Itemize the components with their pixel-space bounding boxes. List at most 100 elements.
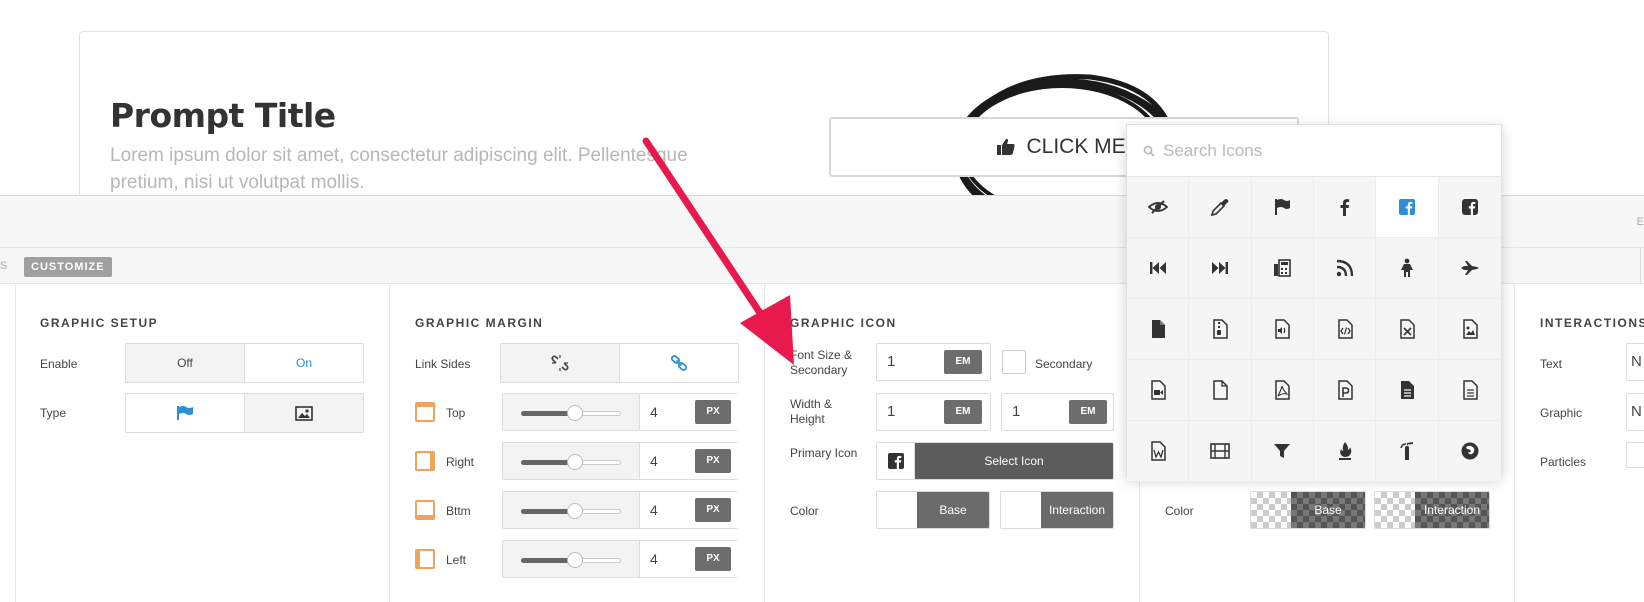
interactions-graphic-select[interactable]: N <box>1626 393 1644 431</box>
margin-top-unit[interactable]: PX <box>695 400 731 424</box>
unlink-option[interactable] <box>501 344 620 382</box>
margin-right-slider-fill <box>521 460 573 465</box>
interactions-particles-label: Particles <box>1540 455 1587 469</box>
margin-top-control[interactable]: 4 PX <box>502 393 739 431</box>
font-size-label: Font Size & Secondary <box>790 348 853 377</box>
type-image-option[interactable] <box>245 394 363 432</box>
file-o-icon[interactable] <box>1189 360 1252 421</box>
link-sides-toggle[interactable] <box>500 343 739 383</box>
toolbar-edge-label: E <box>1636 216 1644 228</box>
icon-search-input[interactable]: Search Icons <box>1163 141 1262 161</box>
margin-right-slider-knob[interactable] <box>567 454 583 470</box>
margin-left-unit[interactable]: PX <box>695 547 731 571</box>
file-text-icon[interactable] <box>1376 360 1439 421</box>
icon-color-label: Color <box>790 504 819 518</box>
tab-previous[interactable]: S <box>0 260 8 272</box>
eye-slash-icon[interactable] <box>1127 177 1190 238</box>
file-image-icon[interactable] <box>1438 299 1501 360</box>
enable-off-option[interactable]: Off <box>126 344 245 382</box>
margin-left-slider-knob[interactable] <box>567 552 583 568</box>
margin-left-icon <box>415 549 435 569</box>
column-divider <box>15 284 16 602</box>
file-movie-icon[interactable] <box>1127 360 1190 421</box>
eyedropper-icon[interactable] <box>1189 177 1252 238</box>
margin-right-control[interactable]: 4 PX <box>502 442 739 480</box>
prompt-description: Lorem ipsum dolor sit amet, consectetur … <box>110 145 688 193</box>
tab-customize[interactable]: CUSTOMIZE <box>24 257 112 277</box>
column-divider <box>389 284 390 602</box>
interactions-text-label: Text <box>1540 357 1563 371</box>
height-unit[interactable]: EM <box>1069 400 1107 424</box>
margin-bottom-slider-knob[interactable] <box>567 503 583 519</box>
bg-interaction-swatch <box>1375 492 1415 528</box>
interactions-text-select[interactable]: N <box>1626 343 1644 381</box>
filter-icon[interactable] <box>1251 421 1314 482</box>
margin-bottom-unit[interactable]: PX <box>695 498 731 522</box>
font-size-input[interactable]: 1 EM <box>876 343 991 381</box>
fast-backward-icon[interactable] <box>1127 238 1190 299</box>
feed-icon[interactable] <box>1313 238 1377 299</box>
font-size-value: 1 <box>887 353 896 370</box>
bg-base-color-button[interactable]: Base <box>1250 491 1366 529</box>
interactions-particles-select[interactable] <box>1626 442 1644 468</box>
file-audio-icon[interactable] <box>1251 299 1314 360</box>
fire-extinguisher-icon[interactable] <box>1376 421 1439 482</box>
interactions-title: INTERACTIONS <box>1540 316 1644 330</box>
height-input[interactable]: 1 EM <box>1001 393 1114 431</box>
icon-base-label: Base <box>917 492 989 528</box>
margin-left-slider-fill <box>521 558 573 563</box>
film-icon[interactable] <box>1189 421 1252 482</box>
type-toggle[interactable] <box>125 393 364 433</box>
enable-toggle[interactable]: Off On <box>125 343 364 383</box>
margin-bottom-control[interactable]: 4 PX <box>502 491 739 529</box>
margin-bottom-slider-fill <box>521 509 573 514</box>
margin-bottom-icon <box>415 500 435 520</box>
flag-icon[interactable] <box>1251 177 1314 238</box>
file-powerpoint-icon[interactable] <box>1313 360 1377 421</box>
enable-on-option[interactable]: On <box>245 344 363 382</box>
bg-interaction-color-button[interactable]: Interaction <box>1374 491 1490 529</box>
file-excel-icon[interactable] <box>1376 299 1439 360</box>
bg-color-label: Color <box>1165 504 1194 518</box>
facebook-square-icon[interactable] <box>1376 177 1439 238</box>
bg-base-swatch <box>1251 492 1291 528</box>
enable-label: Enable <box>40 357 78 371</box>
firefox-icon[interactable] <box>1438 421 1501 482</box>
width-input[interactable]: 1 EM <box>876 393 991 431</box>
link-option[interactable] <box>620 344 738 382</box>
select-icon-button[interactable]: Select Icon <box>876 442 1114 480</box>
fighter-jet-icon[interactable] <box>1438 238 1501 299</box>
secondary-checkbox[interactable] <box>1002 350 1026 374</box>
facebook-official-icon[interactable] <box>1438 177 1501 238</box>
margin-top-slider-knob[interactable] <box>567 405 583 421</box>
column-divider <box>1514 284 1515 602</box>
fast-forward-icon[interactable] <box>1189 238 1252 299</box>
width-height-label: Width & Height <box>790 397 833 426</box>
width-unit[interactable]: EM <box>944 400 982 424</box>
file-code-icon[interactable] <box>1313 299 1377 360</box>
search-icon <box>1143 145 1155 157</box>
margin-right-unit[interactable]: PX <box>695 449 731 473</box>
icon-interaction-color-button[interactable]: Interaction <box>1000 491 1114 529</box>
fire-icon[interactable] <box>1313 421 1377 482</box>
file-word-icon[interactable] <box>1127 421 1190 482</box>
icon-grid <box>1127 177 1501 482</box>
margin-right-label: Right <box>446 455 475 469</box>
icon-search-bar[interactable]: Search Icons <box>1127 125 1501 177</box>
file-text-o-icon[interactable] <box>1438 360 1501 421</box>
margin-left-control[interactable]: 4 PX <box>502 540 739 578</box>
female-icon[interactable] <box>1376 238 1439 299</box>
file-icon[interactable] <box>1127 299 1190 360</box>
fax-icon[interactable] <box>1251 238 1314 299</box>
margin-top-label: Top <box>446 406 466 420</box>
margin-left-label: Left <box>446 553 467 567</box>
margin-top-slider-fill <box>521 411 573 416</box>
type-icon-option[interactable] <box>126 394 245 432</box>
margin-bottom-label: Bttm <box>446 504 471 518</box>
file-archive-icon[interactable] <box>1189 299 1252 360</box>
file-pdf-icon[interactable] <box>1251 360 1314 421</box>
select-icon-label: Select Icon <box>915 443 1113 479</box>
font-size-unit[interactable]: EM <box>944 350 982 374</box>
icon-base-color-button[interactable]: Base <box>876 491 990 529</box>
facebook-icon[interactable] <box>1313 177 1377 238</box>
